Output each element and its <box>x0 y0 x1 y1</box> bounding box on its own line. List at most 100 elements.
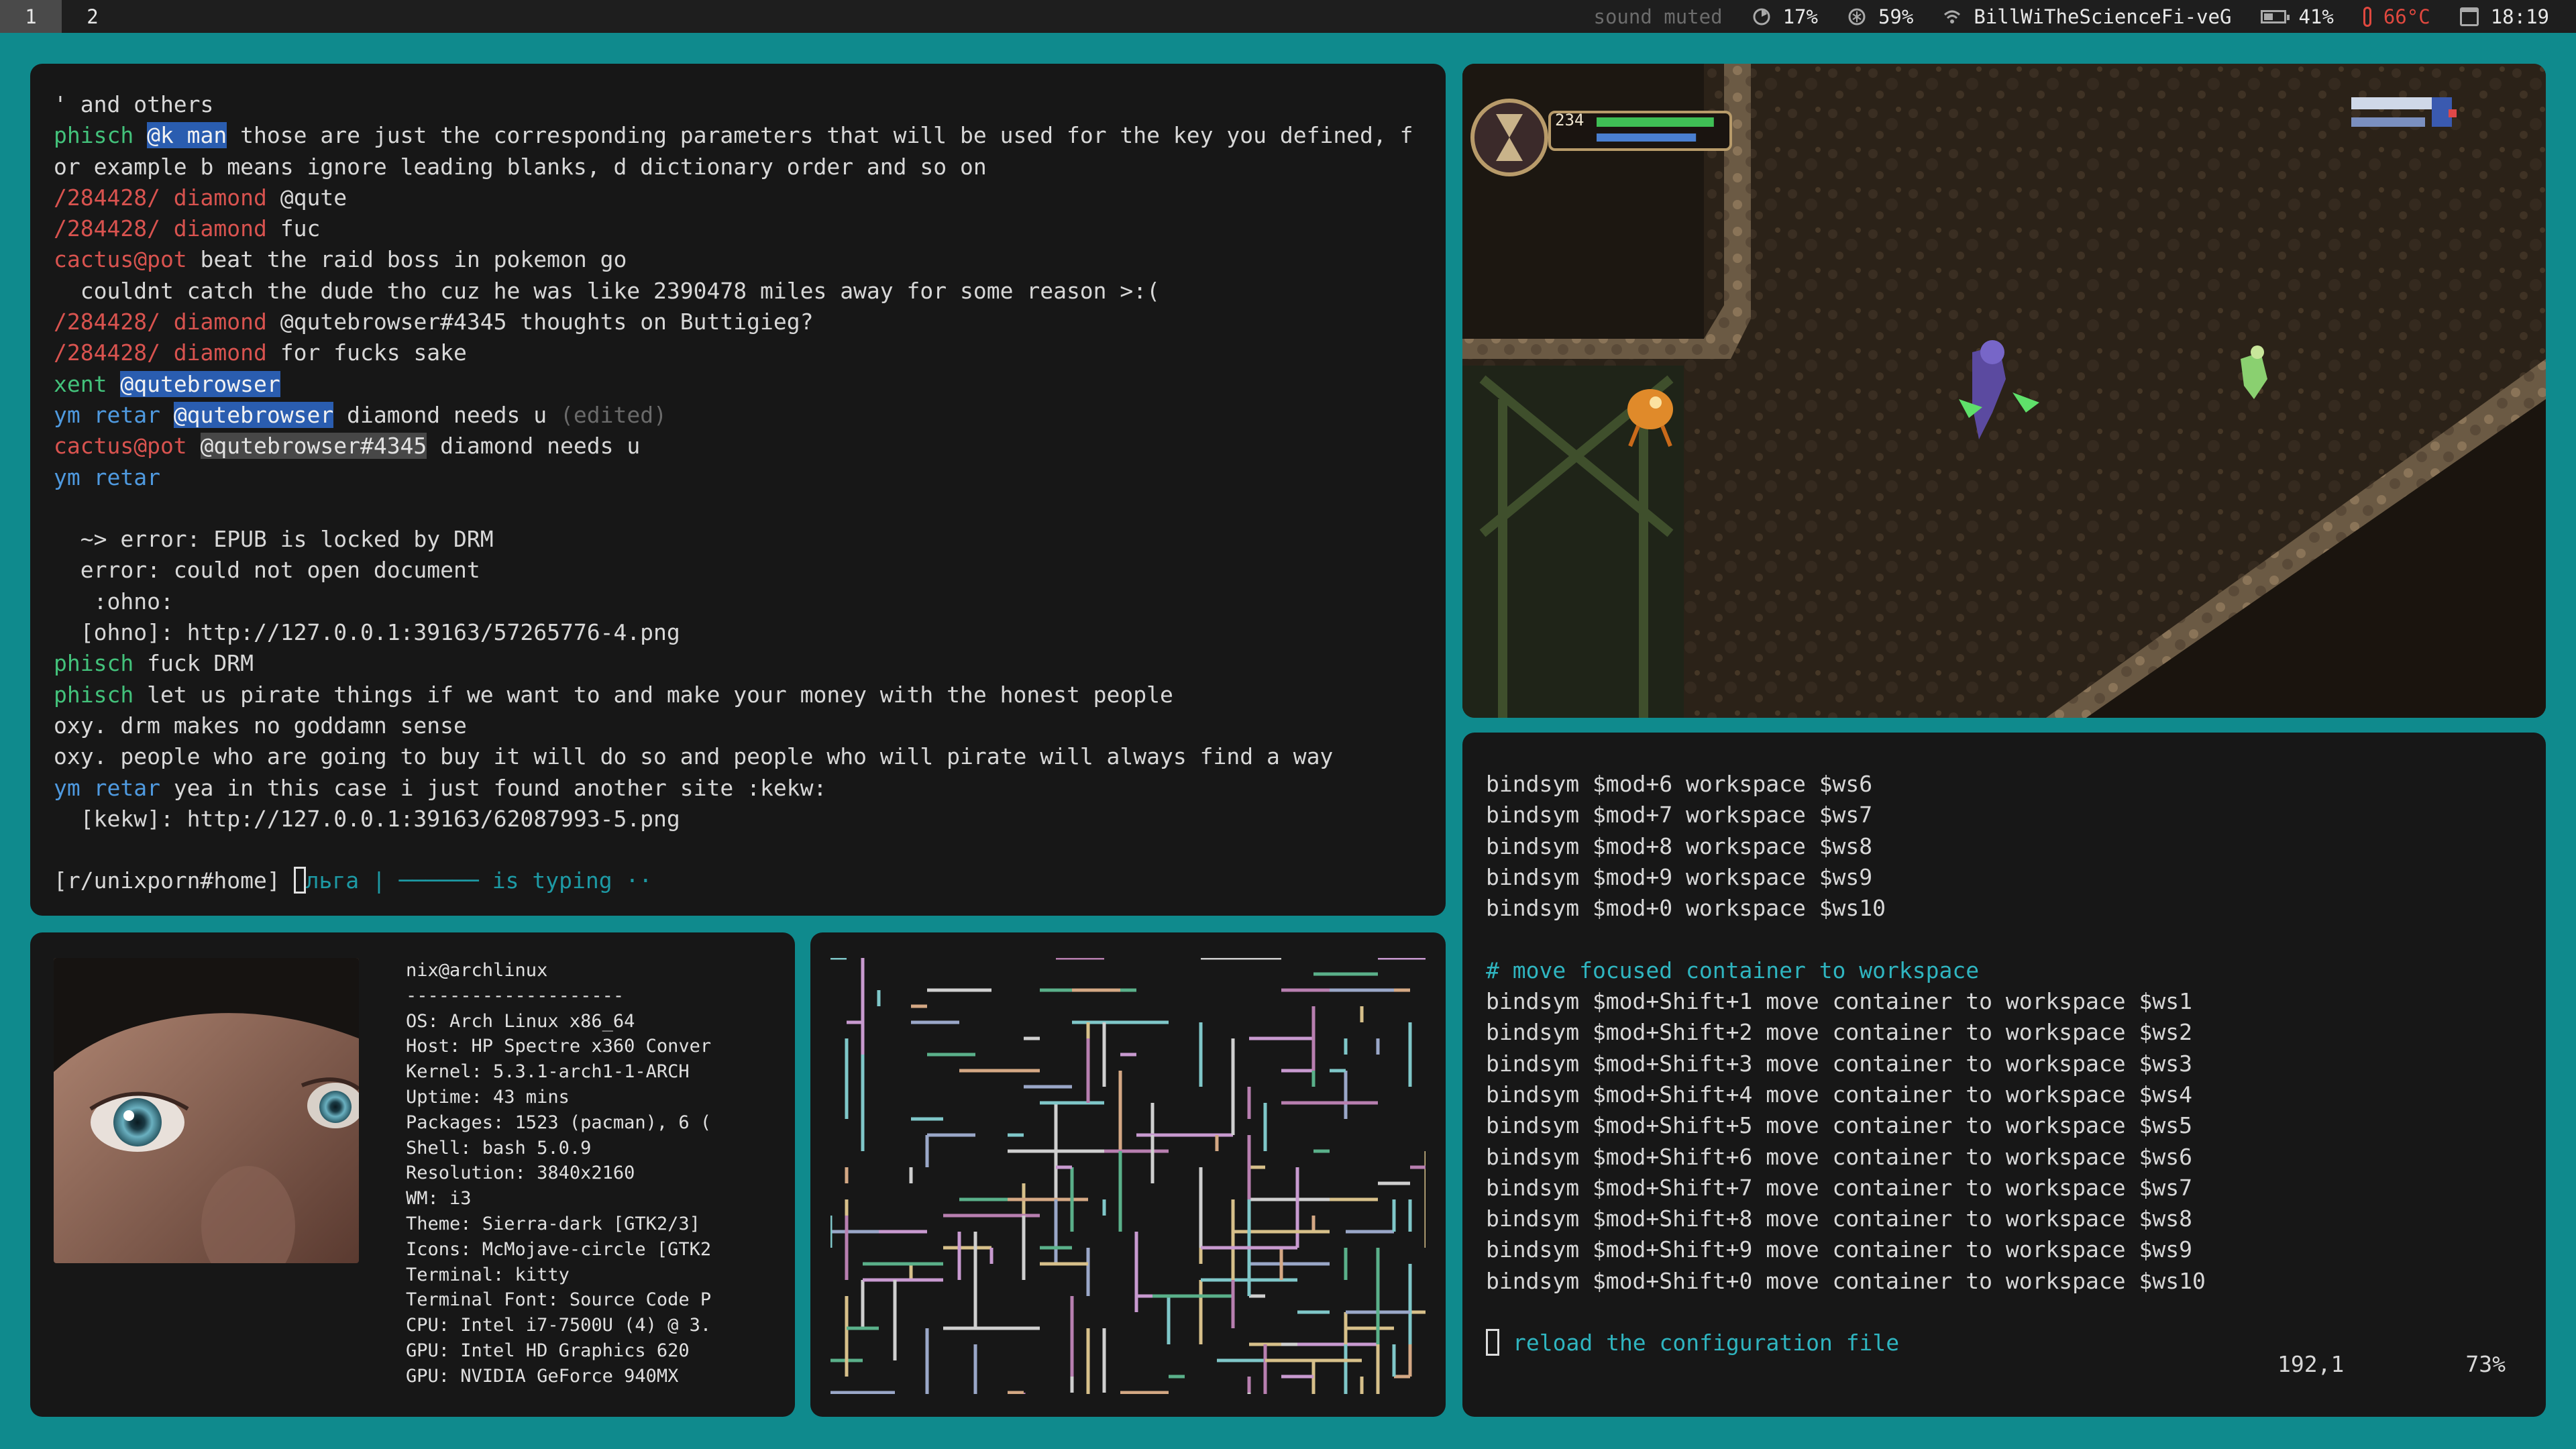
config-line: bindsym $mod+Shift+2 move container to w… <box>1486 1019 2192 1046</box>
message-text: :ohno: <box>54 588 174 614</box>
hud-number: 234 <box>1555 111 1584 129</box>
maze-drawing <box>830 958 1426 1394</box>
config-line: bindsym $mod+Shift+6 move container to w… <box>1486 1143 2192 1170</box>
chat-message-line: phisch let us pirate things if we want t… <box>54 680 1422 710</box>
info-line: Resolution: 3840x2160 <box>406 1163 635 1184</box>
config-line: bindsym $mod+6 workspace $ws6 <box>1486 771 1873 797</box>
mention[interactable]: @k man <box>147 122 227 149</box>
chat-message-line: ' and others <box>54 89 1422 120</box>
info-line: Theme: Sierra-dark [GTK2/3] <box>406 1213 700 1234</box>
message-text: oxy. <box>54 712 121 739</box>
chat-message-line: ym retar yea in this case i just found a… <box>54 773 1422 804</box>
chat-message-line: /284428/ diamond for fucks sake <box>54 337 1422 368</box>
typing-user: льга | ────── <box>305 867 492 894</box>
message-text: for fucks sake <box>280 339 467 366</box>
config-line: bindsym $mod+0 workspace $ws10 <box>1486 895 1886 922</box>
sound-status[interactable]: sound muted <box>1594 5 1723 28</box>
nickname: phisch <box>54 681 148 708</box>
nickname: xent <box>54 370 121 397</box>
cursor-position: 192,1 <box>2277 1350 2345 1377</box>
config-line: bindsym $mod+Shift+7 move container to w… <box>1486 1174 2192 1201</box>
message-text: those are just the corresponding paramet… <box>227 122 1413 149</box>
config-line: bindsym $mod+Shift+3 move container to w… <box>1486 1050 2192 1077</box>
workspace-label: 1 <box>25 5 37 28</box>
vim-editor-window[interactable]: bindsym $mod+6 workspace $ws6 bindsym $mo… <box>1462 733 2546 1417</box>
chat-message-line: phisch @k man those are just the corresp… <box>54 120 1422 151</box>
info-line: Terminal Font: Source Code P <box>406 1289 712 1311</box>
nickname: /284428/ diamond <box>54 309 280 335</box>
message-text: @qute <box>280 184 347 211</box>
chat-message-line: /284428/ diamond fuc <box>54 213 1422 244</box>
wifi-status[interactable]: BillWiTheScienceFi-veG <box>1943 5 2231 28</box>
avatar-image <box>54 958 359 1263</box>
config-text: bindsym $mod+6 workspace $ws6 bindsym $mo… <box>1486 769 2522 1328</box>
message-text: fuck DRM <box>147 650 254 677</box>
chat-message-line: oxy. drm makes no goddamn sense <box>54 710 1422 741</box>
neofetch-terminal-window[interactable]: nix@archlinux -------------------- OS: Arc… <box>30 932 795 1417</box>
nickname: cactus@pot <box>54 433 201 460</box>
info-line: -------------------- <box>406 985 625 1006</box>
info-line: Icons: McMojave-circle [GTK2 <box>406 1238 712 1260</box>
cursor-line[interactable]: reload the configuration file <box>1486 1328 2522 1358</box>
info-line: CPU: Intel i7-7500U (4) @ 3. <box>406 1315 712 1336</box>
cpu-value: 17% <box>1782 5 1818 28</box>
nickname: (edited) <box>560 401 667 428</box>
memory-value: 59% <box>1878 5 1914 28</box>
info-line: Uptime: 43 mins <box>406 1086 570 1108</box>
message-text: diamond needs u <box>427 433 641 460</box>
message-text: yea in this case i just found another si… <box>173 774 827 801</box>
mention[interactable]: @qutebrowser <box>120 370 280 397</box>
chat-message-line: /284428/ diamond @qute <box>54 182 1422 213</box>
nickname: phisch <box>54 122 148 149</box>
game-window[interactable]: 234 <box>1462 64 2546 718</box>
workspace-button-2[interactable]: 2 <box>62 0 123 33</box>
battery-icon <box>2261 9 2290 23</box>
thermometer-icon <box>2363 6 2371 27</box>
info-line: WM: i3 <box>406 1188 472 1210</box>
hp-bar <box>1597 117 1714 127</box>
workspace-button-1[interactable]: 1 <box>0 0 62 33</box>
chat-message-line: ym retar <box>54 462 1422 493</box>
chat-terminal-window[interactable]: ' and others phisch @k man those are just… <box>30 64 1446 916</box>
nickname: cactus@pot <box>54 246 201 273</box>
text-cursor <box>1486 1329 1499 1356</box>
config-line: bindsym $mod+Shift+1 move container to w… <box>1486 988 2192 1015</box>
mention[interactable]: @qutebrowser#4345 <box>200 433 427 460</box>
config-line: bindsym $mod+8 workspace $ws8 <box>1486 833 1873 859</box>
scroll-percent: 73% <box>2465 1350 2506 1377</box>
message-text: couldnt catch the dude tho cuz he was li… <box>54 277 1161 304</box>
chat-message-line: phisch fuck DRM <box>54 648 1422 679</box>
message-text: ' and others <box>54 91 214 117</box>
chat-messages: ' and others phisch @k man those are just… <box>54 89 1422 835</box>
info-line: OS: Arch Linux x86_64 <box>406 1010 635 1032</box>
info-line: GPU: NVIDIA GeForce 940MX <box>406 1365 679 1387</box>
info-line: Kernel: 5.3.1-arch1-1-ARCH <box>406 1061 690 1083</box>
maze-terminal-window[interactable] <box>810 932 1446 1417</box>
chat-message-line: cactus@pot @qutebrowser#4345 diamond nee… <box>54 431 1422 462</box>
chat-input-line[interactable]: [r/unixporn#home] льга | ────── is typin… <box>54 865 1422 896</box>
system-info: nix@archlinux -------------------- OS: Arc… <box>406 958 711 1389</box>
mention[interactable]: @qutebrowser <box>173 401 334 428</box>
clock-status[interactable]: 18:19 <box>2459 5 2549 28</box>
comment-line: reload the configuration file <box>1513 1330 1900 1356</box>
sound-label: sound muted <box>1593 5 1723 28</box>
message-text: or example b means ignore leading blanks… <box>54 153 987 180</box>
cpu-icon <box>1753 8 1770 25</box>
chat-message-line <box>54 493 1422 524</box>
chat-message-line: oxy. people who are going to buy it will… <box>54 741 1422 772</box>
chat-message-line: xent @qutebrowser <box>54 369 1422 400</box>
config-line: bindsym $mod+Shift+9 move container to w… <box>1486 1236 2192 1263</box>
battery-value: 41% <box>2298 5 2334 28</box>
message-text: [kekw]: http://127.0.0.1:39163/62087993-… <box>54 805 680 832</box>
chat-message-line: [kekw]: http://127.0.0.1:39163/62087993-… <box>54 804 1422 835</box>
message-text: ~> error: EPUB is locked by DRM <box>54 526 494 553</box>
chat-message-line: ~> error: EPUB is locked by DRM <box>54 524 1422 555</box>
temperature-status: 66°C <box>2363 5 2430 28</box>
status-bar: 1 2 sound muted 17% 59% BillWiTheScience… <box>0 0 2576 33</box>
memory-icon <box>1848 8 1866 25</box>
cpu-status: 17% <box>1752 5 1818 28</box>
message-text: diamond needs u <box>333 401 560 428</box>
temperature-value: 66°C <box>2383 5 2430 28</box>
info-line: Terminal: kitty <box>406 1264 570 1285</box>
message-text <box>54 495 67 521</box>
